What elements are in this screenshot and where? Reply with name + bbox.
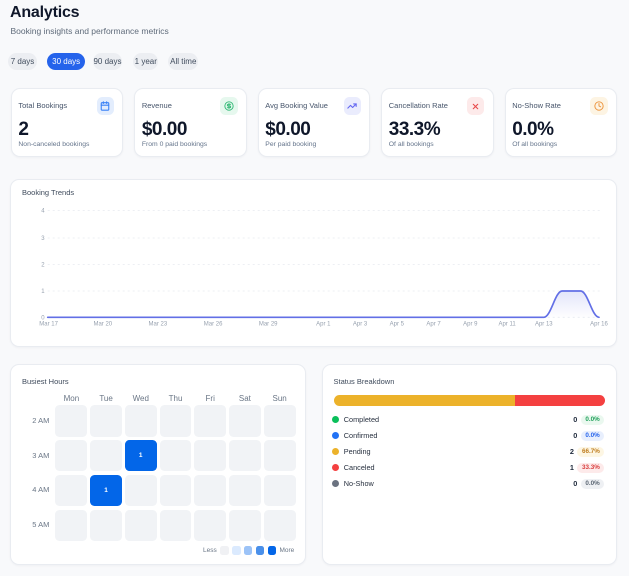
- svg-text:4: 4: [41, 209, 45, 215]
- svg-text:2: 2: [41, 263, 45, 269]
- svg-text:Mar 29: Mar 29: [259, 322, 278, 328]
- svg-text:Apr 7: Apr 7: [426, 322, 441, 328]
- svg-text:Apr 5: Apr 5: [390, 322, 405, 328]
- svg-text:Mar 23: Mar 23: [149, 322, 168, 328]
- svg-text:Apr 1: Apr 1: [316, 322, 331, 328]
- svg-text:Apr 16: Apr 16: [590, 322, 608, 328]
- svg-text:Mar 26: Mar 26: [204, 322, 223, 328]
- svg-text:Apr 13: Apr 13: [535, 322, 553, 328]
- svg-text:Apr 11: Apr 11: [498, 322, 516, 328]
- svg-text:Apr 9: Apr 9: [463, 322, 478, 328]
- svg-text:3: 3: [41, 236, 45, 242]
- svg-text:Mar 17: Mar 17: [39, 322, 58, 328]
- svg-text:Mar 20: Mar 20: [93, 322, 112, 328]
- svg-text:Apr 3: Apr 3: [353, 322, 368, 328]
- svg-text:1: 1: [41, 289, 45, 295]
